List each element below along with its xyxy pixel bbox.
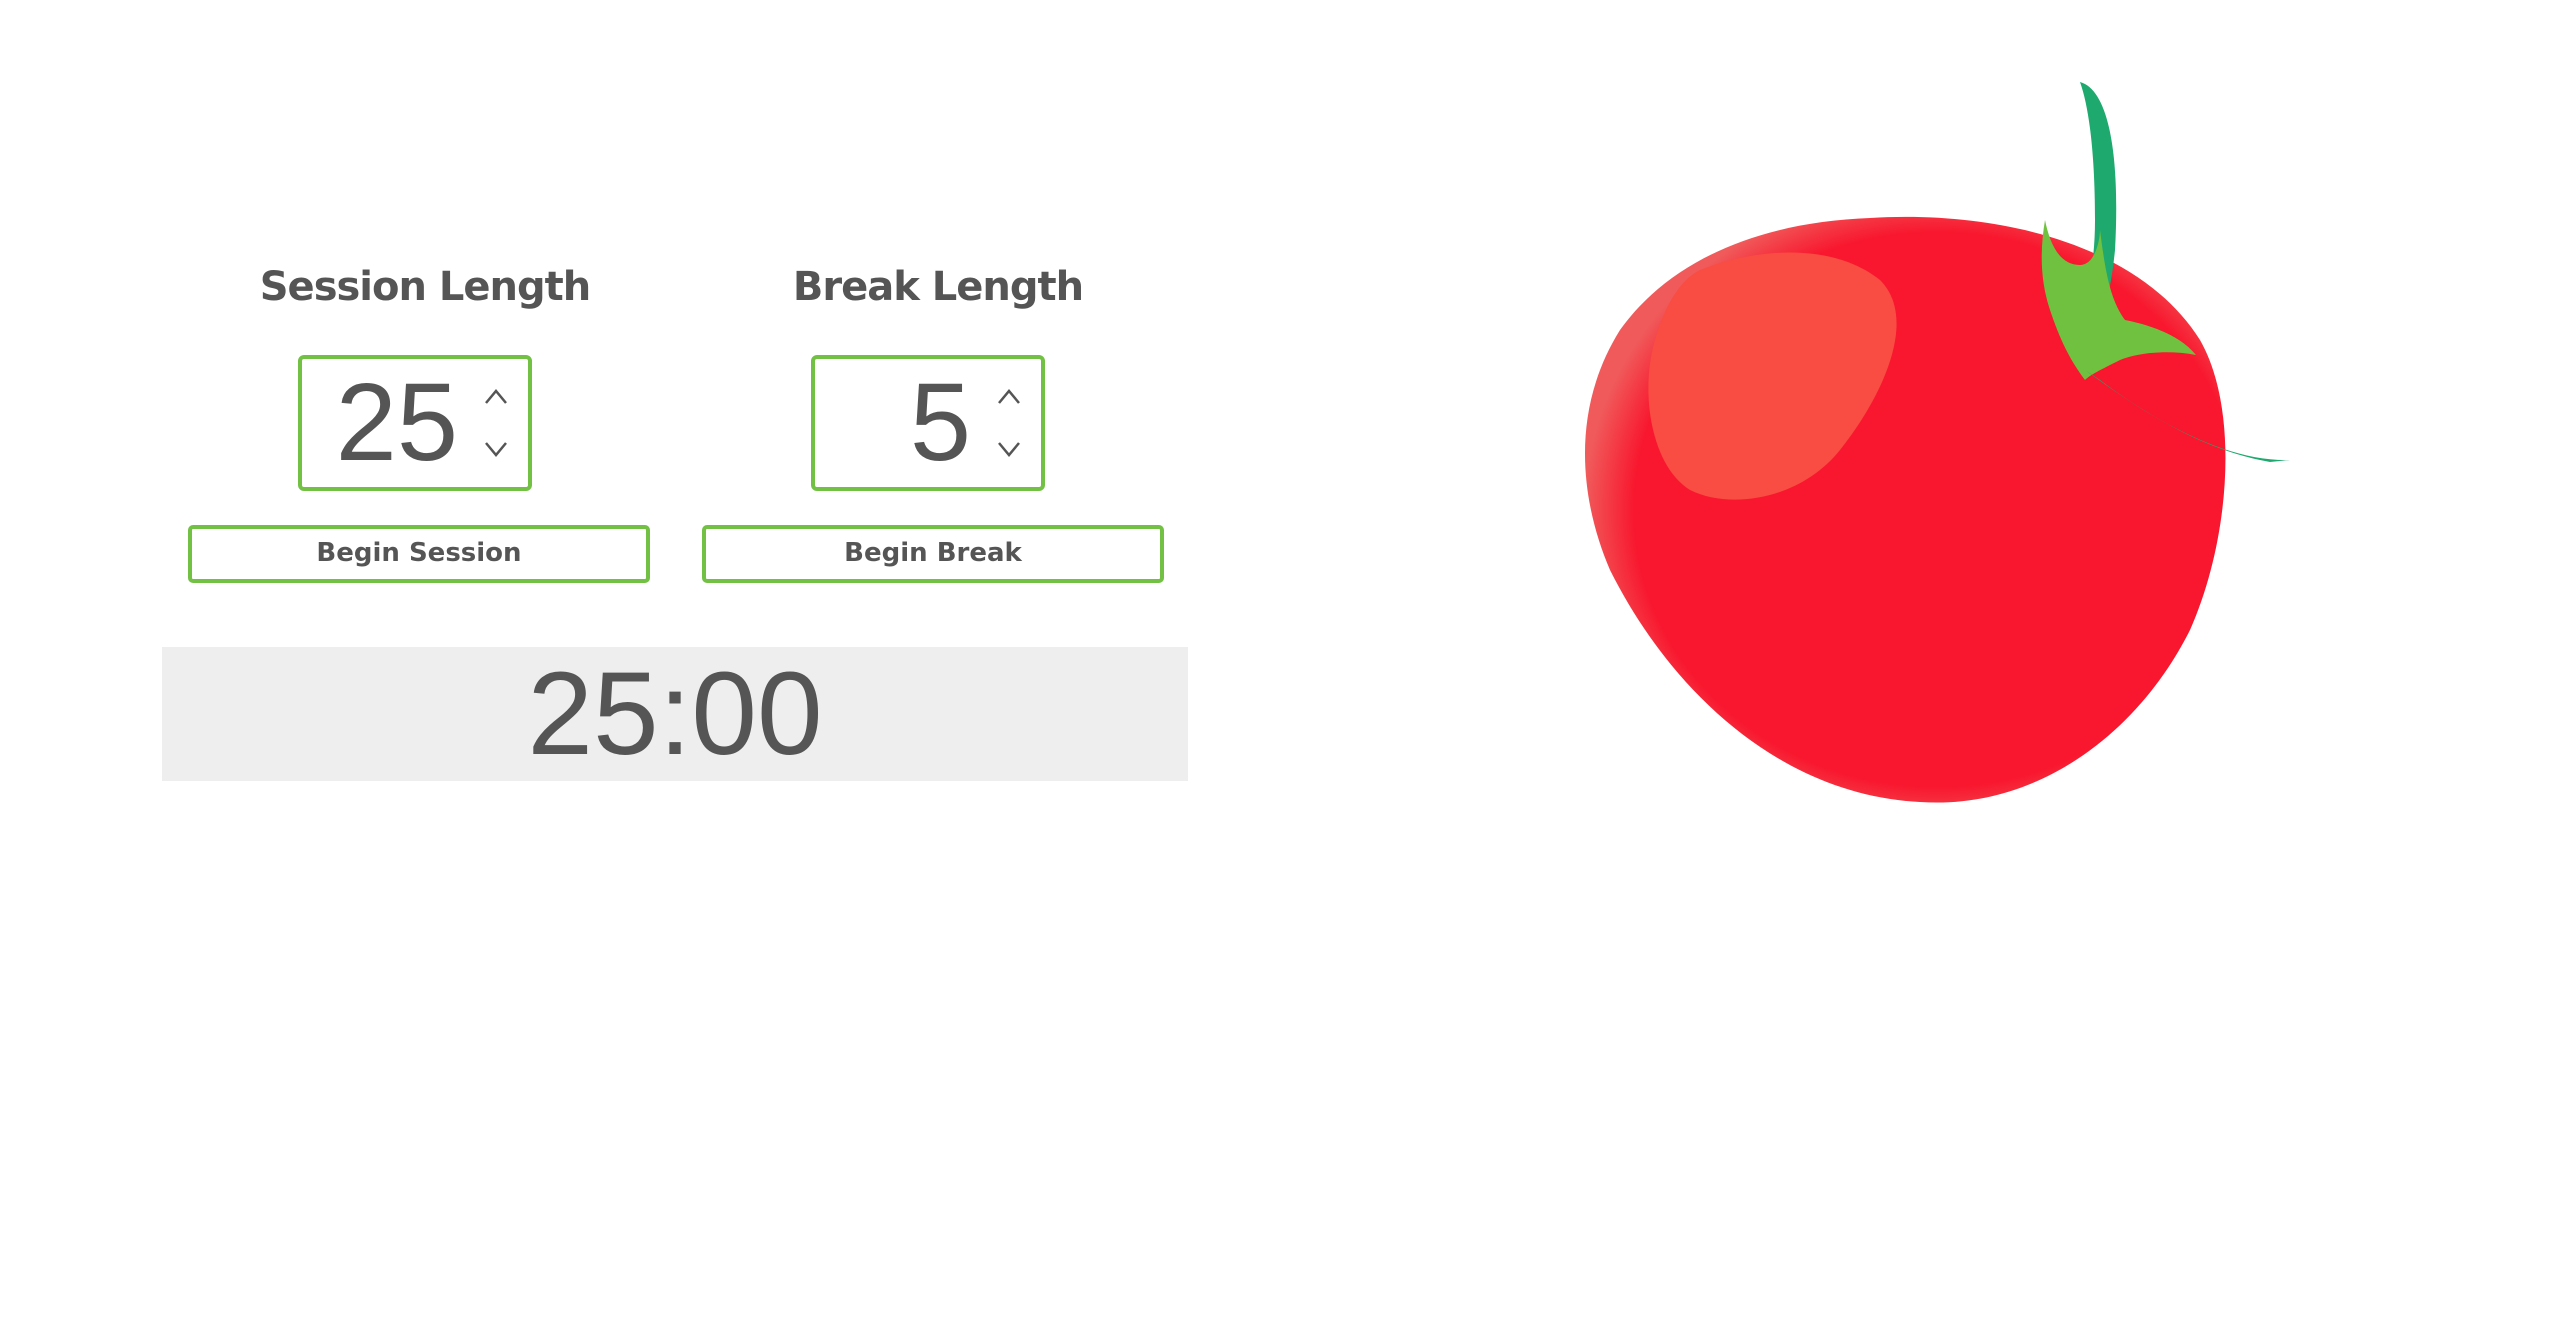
session-decrement-button[interactable] <box>478 431 514 467</box>
begin-break-button[interactable]: Begin Break <box>702 525 1164 583</box>
begin-session-button[interactable]: Begin Session <box>188 525 650 583</box>
chevron-up-icon <box>485 389 507 404</box>
break-increment-button[interactable] <box>991 379 1027 415</box>
session-length-value[interactable]: 25 <box>336 359 458 487</box>
session-length-heading: Session Length <box>259 264 591 310</box>
break-length-heading: Break Length <box>792 264 1084 310</box>
chevron-up-icon <box>998 389 1020 404</box>
timer-display: 25:00 <box>162 647 1188 781</box>
break-length-stepper[interactable]: 5 <box>811 355 1045 491</box>
break-decrement-button[interactable] <box>991 431 1027 467</box>
chevron-down-icon <box>485 442 507 457</box>
tomato-icon <box>1585 82 2290 803</box>
chevron-down-icon <box>998 442 1020 457</box>
session-increment-button[interactable] <box>478 379 514 415</box>
break-length-value[interactable]: 5 <box>910 359 971 487</box>
session-length-stepper[interactable]: 25 <box>298 355 532 491</box>
